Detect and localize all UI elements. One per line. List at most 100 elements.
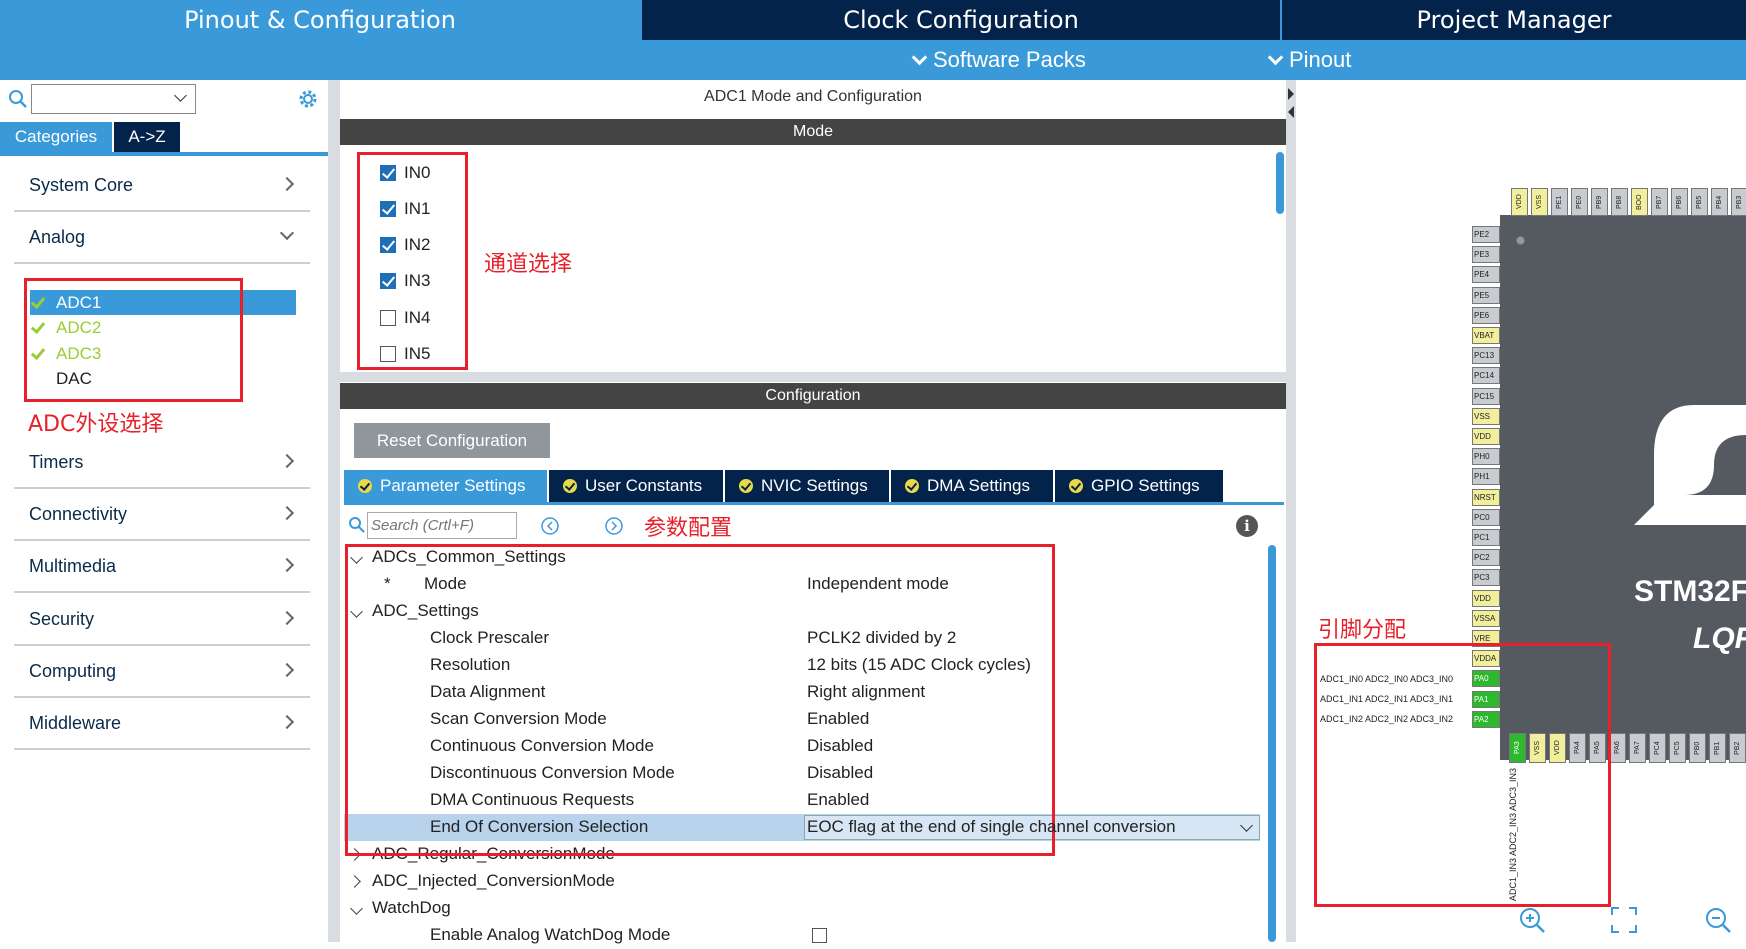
tabs-underline	[344, 502, 1284, 505]
mode-scrollbar[interactable]	[1276, 152, 1284, 214]
pin-pb5[interactable]: PB5	[1691, 188, 1708, 216]
parameter-group[interactable]: WatchDog	[344, 895, 1260, 922]
chevron-right-icon	[279, 610, 295, 626]
pin-pb1[interactable]: PB1	[1709, 733, 1726, 763]
pin-ph0[interactable]: PH0	[1472, 448, 1500, 466]
category-system-core[interactable]: System Core	[14, 160, 310, 212]
pin-pb4[interactable]: PB4	[1711, 188, 1728, 216]
pin-pb0[interactable]: PB0	[1689, 733, 1706, 763]
chevron-right-icon	[279, 505, 295, 521]
tab-clock-configuration[interactable]: Clock Configuration	[642, 0, 1280, 40]
parameter-row[interactable]: Enable Analog WatchDog Mode	[344, 922, 1260, 949]
tab-a-to-z[interactable]: A->Z	[114, 122, 180, 152]
pin-vss[interactable]: VSS	[1472, 407, 1500, 425]
pin-vdd[interactable]: VDD	[1511, 188, 1528, 216]
annotation-pin-assign: 引脚分配	[1318, 618, 1407, 643]
pin-pe4[interactable]: PE4	[1472, 266, 1500, 284]
pin-pc4[interactable]: PC4	[1649, 733, 1666, 763]
pin-ph1[interactable]: PH1	[1472, 468, 1500, 486]
pinout-menu[interactable]: Pinout	[1267, 40, 1351, 80]
pin-pe2[interactable]: PE2	[1472, 226, 1500, 243]
info-icon[interactable]: i	[1236, 515, 1258, 537]
tab-gpio-settings[interactable]: GPIO Settings	[1055, 470, 1223, 502]
annotation-box-peripheral	[24, 278, 243, 402]
category-label: Middleware	[29, 712, 122, 733]
annotation-box-channels	[357, 152, 468, 370]
category-computing[interactable]: Computing	[14, 646, 310, 698]
annotation-peripheral-select: ADC外设选择	[28, 412, 164, 437]
pin-pc15[interactable]: PC15	[1472, 387, 1500, 405]
pin-pb2[interactable]: PB2	[1729, 733, 1746, 763]
zoom-out-icon[interactable]	[1704, 906, 1732, 934]
pin-vss[interactable]: VSS	[1531, 188, 1548, 216]
category-connectivity[interactable]: Connectivity	[14, 489, 310, 541]
tab-dma-settings[interactable]: DMA Settings	[891, 470, 1053, 502]
zoom-in-icon[interactable]	[1518, 906, 1546, 934]
watchdog-checkbox[interactable]	[812, 928, 827, 943]
fit-screen-icon[interactable]	[1610, 906, 1638, 934]
pin-pc2[interactable]: PC2	[1472, 549, 1500, 567]
category-security[interactable]: Security	[14, 594, 310, 646]
search-icon[interactable]	[8, 89, 28, 109]
search-icon	[349, 517, 365, 533]
pin-pc0[interactable]: PC0	[1472, 508, 1500, 526]
previous-icon[interactable]	[540, 516, 560, 536]
pin-pe3[interactable]: PE3	[1472, 246, 1500, 264]
category-search-combobox[interactable]	[31, 84, 196, 114]
pin-pc1[interactable]: PC1	[1472, 529, 1500, 546]
tab-pinout-configuration[interactable]: Pinout & Configuration	[0, 0, 640, 40]
pin-pc5[interactable]: PC5	[1669, 733, 1686, 763]
tab-project-manager[interactable]: Project Manager	[1282, 0, 1746, 40]
reset-configuration-button[interactable]: Reset Configuration	[354, 423, 550, 458]
pin-pa7[interactable]: PA7	[1629, 733, 1646, 763]
software-packs-menu[interactable]: Software Packs	[911, 40, 1086, 80]
pin-pb3[interactable]: PB3	[1731, 188, 1746, 216]
left-panel-divider[interactable]	[328, 80, 340, 942]
category-middleware[interactable]: Middleware	[14, 698, 310, 750]
category-multimedia[interactable]: Multimedia	[14, 541, 310, 593]
pin-pc3[interactable]: PC3	[1472, 569, 1500, 587]
tab-categories[interactable]: Categories	[0, 122, 112, 152]
parameter-search-input[interactable]	[367, 512, 517, 539]
annotation-parameter-config: 参数配置	[644, 516, 733, 541]
parameter-value: Right alignment	[807, 682, 926, 701]
pin-pb7[interactable]: PB7	[1651, 188, 1668, 216]
expand-down-icon[interactable]	[350, 902, 363, 915]
parameter-scrollbar[interactable]	[1268, 545, 1276, 942]
category-timers[interactable]: Timers	[14, 437, 310, 489]
pin-vbat[interactable]: VBAT	[1472, 327, 1500, 344]
pin-pe0[interactable]: PE0	[1571, 188, 1588, 216]
pin-label-pa1: ADC1_IN1 ADC2_IN1 ADC3_IN1	[1320, 694, 1454, 704]
next-icon[interactable]	[604, 516, 624, 536]
chevron-down-icon	[1240, 819, 1253, 832]
pin-pe5[interactable]: PE5	[1472, 286, 1500, 304]
expand-right-icon[interactable]	[348, 875, 361, 888]
pin-pc13[interactable]: PC13	[1472, 347, 1500, 365]
gear-icon[interactable]	[296, 87, 320, 111]
mode-config-divider[interactable]	[340, 372, 1286, 382]
pin-pa6[interactable]: PA6	[1609, 733, 1626, 763]
chevron-right-icon	[279, 662, 295, 678]
pin-nrst[interactable]: NRST	[1472, 488, 1500, 506]
pin-boo[interactable]: BOO	[1631, 188, 1648, 216]
category-analog[interactable]: Analog	[14, 212, 310, 264]
pin-pe1[interactable]: PE1	[1551, 188, 1568, 216]
tab-parameter-settings[interactable]: Parameter Settings	[344, 470, 547, 502]
tab-user-constants[interactable]: User Constants	[549, 470, 723, 502]
pin-vdd[interactable]: VDD	[1472, 428, 1500, 445]
parameter-value: Enabled	[807, 709, 870, 728]
pin-label-pa3: ADC1_IN3 ADC2_IN3 ADC3_IN3	[1508, 768, 1518, 902]
pin-pe6[interactable]: PE6	[1472, 306, 1500, 324]
tab-nvic-settings[interactable]: NVIC Settings	[725, 470, 889, 502]
collapse-handle-icon[interactable]	[1286, 84, 1296, 124]
pin-pb6[interactable]: PB6	[1671, 188, 1688, 216]
pin-pc14[interactable]: PC14	[1472, 367, 1500, 385]
parameter-value[interactable]: EOC flag at the end of single channel co…	[807, 817, 1176, 837]
pin-vssa[interactable]: VSSA	[1472, 609, 1500, 627]
tab-label: NVIC Settings	[761, 476, 868, 495]
pin-vdd[interactable]: VDD	[1472, 589, 1500, 607]
parameter-group[interactable]: ADC_Injected_ConversionMode	[344, 868, 1260, 895]
pin-pb9[interactable]: PB9	[1591, 188, 1608, 216]
pin-pb8[interactable]: PB8	[1611, 188, 1628, 216]
right-panel-divider[interactable]	[1286, 80, 1296, 942]
